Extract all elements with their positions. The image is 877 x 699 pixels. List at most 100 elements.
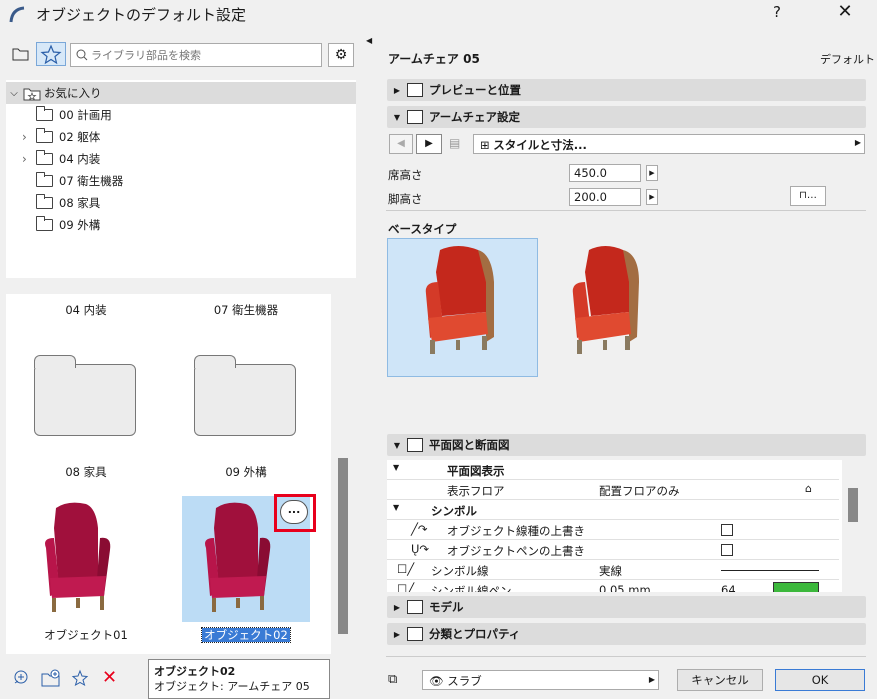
row-label: オブジェクト線種の上書き [447, 524, 585, 538]
next-page-button[interactable]: ▶ [416, 134, 442, 154]
search-input[interactable] [91, 46, 316, 64]
grid-item-label[interactable]: 09 外構 [166, 464, 326, 480]
property-scrollbar[interactable] [848, 488, 858, 522]
tooltip-name: オブジェクト02 [154, 665, 236, 678]
tree-item-07[interactable]: 07 衛生機器 [6, 170, 356, 192]
search-box[interactable] [70, 43, 322, 67]
pen-color-swatch[interactable] [773, 582, 819, 592]
plan-section-icon [407, 438, 423, 452]
collapse-arrow-icon: ▼ [393, 440, 401, 450]
help-button[interactable]: ? [765, 3, 789, 21]
leg-height-label: 脚高さ [388, 192, 423, 206]
cancel-button[interactable]: キャンセル [677, 669, 763, 691]
eye-icon: 👁 [429, 674, 444, 688]
folder-icon [36, 150, 53, 165]
add-folder-icon[interactable] [40, 668, 62, 688]
grid-item-label-selected[interactable]: オブジェクト02 [201, 627, 291, 643]
chevron-right-icon[interactable]: › [22, 152, 36, 166]
seat-height-arrow[interactable]: ▶ [646, 165, 658, 181]
seat-height-label: 席高さ [388, 168, 423, 182]
preview-icon [407, 83, 423, 97]
add-item-icon[interactable] [12, 668, 32, 688]
ok-button[interactable]: OK [775, 669, 865, 691]
tree-item-09[interactable]: 09 外構 [6, 214, 356, 236]
row-value: 0.05 mm [599, 583, 651, 592]
layer-icon: ⧉ [388, 672, 398, 687]
armchair-preview-icon[interactable] [557, 242, 657, 362]
pen-type-icon: ☐╱ [397, 582, 415, 592]
model-icon [407, 600, 423, 614]
grid-item-label[interactable]: 08 家具 [6, 464, 166, 480]
more-options-button[interactable]: ... [280, 500, 308, 524]
title-bar: オブジェクトのデフォルト設定 ? ✕ [0, 0, 877, 30]
layer-dropdown[interactable]: 👁 スラブ ▶ [422, 670, 659, 690]
chevron-down-icon[interactable]: ⌵ [6, 88, 22, 99]
section-label: アームチェア設定 [429, 110, 520, 124]
chair-thumbnail-icon[interactable] [38, 498, 118, 618]
grid-item-label[interactable]: 04 内装 [6, 302, 166, 318]
tree-item-02[interactable]: › 02 躯体 [6, 126, 356, 148]
classification-icon [407, 627, 423, 641]
folder-thumbnail-icon[interactable] [194, 355, 296, 436]
style-dropdown[interactable]: ⊞ スタイルと寸法... ▶ [473, 134, 865, 154]
row-label: シンボル線 [431, 564, 489, 578]
grid-item-label[interactable]: オブジェクト01 [6, 627, 166, 643]
grid-item-label[interactable]: 07 衛生機器 [166, 302, 326, 318]
delete-icon[interactable]: ✕ [102, 667, 117, 688]
tree-item-00[interactable]: 00 計画用 [6, 104, 356, 126]
chevron-right-icon[interactable]: › [22, 130, 36, 144]
folder-view-icon[interactable] [12, 46, 30, 62]
library-tree: ⌵ お気に入り 00 計画用 › 02 躯体 › 04 内装 07 衛生機器 08 … [6, 80, 356, 278]
chair-thumbnail-icon[interactable] [198, 498, 278, 618]
section-label: 分類とプロパティ [429, 627, 521, 641]
row-override-linetype[interactable]: ╱↷ オブジェクト線種の上書き [387, 520, 839, 540]
section-plan[interactable]: ▼ 平面図と断面図 [387, 434, 866, 456]
tree-item-08[interactable]: 08 家具 [6, 192, 356, 214]
close-button[interactable]: ✕ [830, 1, 860, 22]
armchair-preview-icon [425, 246, 494, 354]
row-label: シンボル [431, 504, 477, 518]
tree-item-04[interactable]: › 04 内装 [6, 148, 356, 170]
tree-item-label: 08 家具 [59, 196, 101, 210]
row-symbol[interactable]: ▼ シンボル [387, 500, 839, 520]
settings-grid-icon [407, 110, 423, 124]
row-symbol-line[interactable]: ☐╱ シンボル線 実線 [387, 560, 839, 580]
override-pen-checkbox[interactable] [721, 544, 733, 556]
favorites-button[interactable] [36, 42, 66, 66]
row-floor[interactable]: 表示フロア 配置フロアのみ ⌂ [387, 480, 839, 500]
dimension-icon: ⊞ [480, 138, 494, 152]
grid-item-selected-wrap[interactable]: オブジェクト02 [166, 627, 326, 643]
tree-item-label: お気に入り [44, 86, 102, 100]
row-plan-display[interactable]: ▼ 平面図表示 [387, 460, 839, 480]
seat-height-input[interactable]: 450.0 [569, 164, 641, 182]
expand-arrow-icon: ▶ [393, 629, 401, 639]
section-model[interactable]: ▶ モデル [387, 596, 866, 618]
folder-thumbnail-icon[interactable] [34, 355, 136, 436]
expand-arrow-icon: ▶ [393, 85, 401, 95]
section-classification[interactable]: ▶ 分類とプロパティ [387, 623, 866, 645]
leg-icon: ⊓… [799, 190, 817, 201]
section-preview[interactable]: ▶ プレビューと位置 [387, 79, 866, 101]
override-linetype-checkbox[interactable] [721, 524, 733, 536]
row-override-pen[interactable]: Ų↷ オブジェクトペンの上書き [387, 540, 839, 560]
leg-height-arrow[interactable]: ▶ [646, 189, 658, 205]
section-chair-settings[interactable]: ▼ アームチェア設定 [387, 106, 866, 128]
tree-item-label: 04 内装 [59, 152, 101, 166]
tree-item-favorites[interactable]: ⌵ お気に入り [6, 82, 356, 104]
star-folder-icon [23, 88, 41, 101]
grid-scrollbar[interactable] [338, 458, 348, 634]
folder-icon [36, 194, 53, 209]
prev-page-button[interactable]: ◀ [389, 134, 413, 154]
style-dropdown-label: スタイルと寸法... [493, 138, 587, 152]
page-icon[interactable]: ▤ [449, 136, 460, 150]
settings-gear-button[interactable]: ⚙ [328, 43, 354, 67]
row-symbol-pen[interactable]: ☐╱ シンボル線ペン 0.05 mm 64 [387, 580, 839, 592]
collapse-arrow-icon[interactable]: ◀ [366, 36, 372, 45]
collapse-arrow-icon: ▼ [393, 112, 401, 122]
folder-icon [36, 216, 53, 231]
section-label: モデル [429, 600, 464, 614]
leg-height-input[interactable]: 200.0 [569, 188, 641, 206]
base-type-label: ベースタイプ [388, 222, 457, 236]
add-favorite-icon[interactable] [70, 668, 92, 688]
leg-style-button[interactable]: ⊓… [790, 186, 826, 206]
